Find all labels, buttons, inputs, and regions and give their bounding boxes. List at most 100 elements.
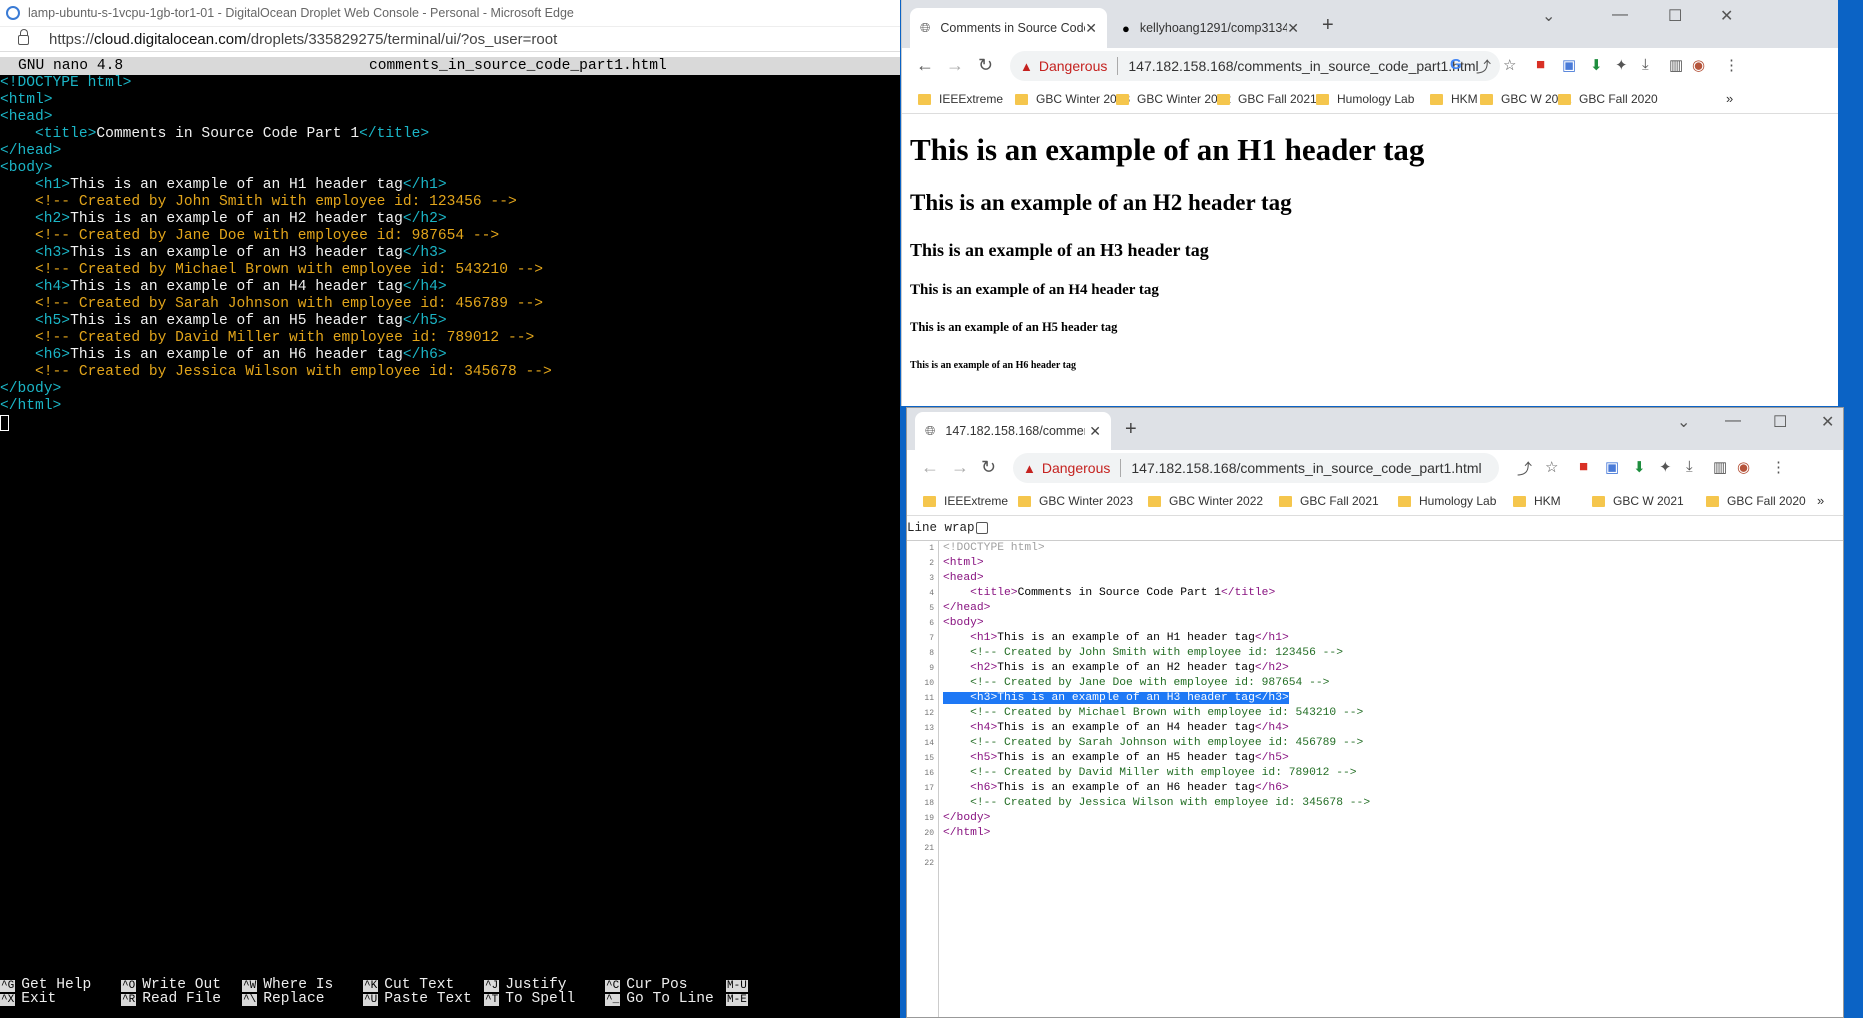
- reload-icon[interactable]: ↻: [978, 55, 993, 76]
- more-bookmarks-icon[interactable]: »: [1817, 493, 1824, 508]
- view-source-code[interactable]: 1 2 3 4 5 6 7 8 9 10 11 12 13 14 15 16 17 18 19 20 21 22 <!DO…: [907, 540, 1843, 1017]
- folder-icon: [1279, 495, 1292, 507]
- avatar[interactable]: ◉: [1692, 56, 1705, 74]
- close-icon[interactable]: ✕: [1089, 423, 1101, 440]
- code-token: This is an example of an H4 header tag: [70, 279, 403, 295]
- tab-search-icon[interactable]: ⌄: [1542, 6, 1555, 26]
- extension-red-icon[interactable]: ■: [1536, 56, 1545, 73]
- bookmark-item[interactable]: HKM: [1430, 92, 1478, 106]
- tab-github[interactable]: ● kellyhoang1291/comp3134Winte ✕: [1112, 8, 1309, 48]
- tab-view-source[interactable]: 🌐︎ 147.182.158.168/comments_in_sc ✕: [915, 412, 1111, 450]
- minimize-icon[interactable]: —: [1725, 412, 1741, 430]
- nano-shortcut[interactable]: ^U Paste Text: [363, 991, 472, 1009]
- source-token: </title>: [1220, 587, 1276, 599]
- menu-icon[interactable]: ⋮: [1771, 458, 1786, 476]
- folder-icon: [1018, 495, 1031, 507]
- tab-search-icon[interactable]: ⌄: [1677, 412, 1690, 432]
- bookmark-item[interactable]: Humology Lab: [1398, 494, 1496, 508]
- more-bookmarks-icon[interactable]: »: [1726, 91, 1733, 106]
- translate-icon[interactable]: ▣: [1605, 458, 1619, 476]
- back-icon[interactable]: ←: [921, 457, 939, 478]
- line-wrap-checkbox[interactable]: [976, 522, 988, 534]
- window-title: lamp-ubuntu-s-1vcpu-1gb-tor1-01 - Digita…: [28, 6, 574, 20]
- source-token: <h5>: [970, 752, 998, 764]
- nano-shortcut[interactable]: ^\ Replace: [242, 991, 325, 1009]
- nano-shortcut[interactable]: M-E: [726, 991, 754, 1009]
- code-line: <!-- Created by Michael Brown with emplo…: [0, 262, 900, 279]
- url-prefix: https://: [49, 30, 95, 48]
- minimize-icon[interactable]: —: [1612, 6, 1628, 24]
- bookmark-item[interactable]: GBC Winter 2022: [1116, 92, 1231, 106]
- bookmark-item[interactable]: GBC Fall 2020: [1558, 92, 1658, 106]
- bookmark-item[interactable]: GBC Fall 2020: [1706, 494, 1806, 508]
- terminal[interactable]: GNU nano 4.8 comments_in_source_code_par…: [0, 57, 900, 1018]
- url-text[interactable]: 147.182.158.168/comments_in_source_code_…: [1128, 58, 1478, 74]
- omnibox[interactable]: ▲ Dangerous 147.182.158.168/comments_in_…: [1013, 453, 1499, 483]
- source-token: [943, 767, 970, 779]
- download-icon[interactable]: ⤓: [1686, 458, 1693, 475]
- bookmark-item[interactable]: GBC Fall 2021: [1279, 494, 1379, 508]
- download-green-icon[interactable]: ⬇: [1633, 458, 1646, 476]
- new-tab-button[interactable]: +: [1125, 418, 1137, 441]
- window-titlebar[interactable]: lamp-ubuntu-s-1vcpu-1gb-tor1-01 - Digita…: [0, 0, 900, 27]
- reload-icon[interactable]: ↻: [981, 457, 996, 478]
- download-icon[interactable]: ⤓: [1642, 56, 1649, 73]
- forward-icon[interactable]: →: [946, 55, 964, 76]
- bookmark-item[interactable]: HKM: [1513, 494, 1561, 508]
- security-label[interactable]: Dangerous: [1042, 460, 1111, 476]
- source-token: <!-- Created by Jessica Wilson with empl…: [970, 797, 1371, 809]
- code-token: This is an example of an H3 header tag: [70, 245, 403, 261]
- source-lines[interactable]: <!DOCTYPE html> <html> <head> <title>Comme…: [943, 541, 1370, 871]
- nano-shortcut[interactable]: ^_ Go To Line: [605, 991, 714, 1009]
- nano-shortcut[interactable]: ^T To Spell: [484, 991, 575, 1009]
- folder-icon: [923, 495, 936, 507]
- translate-icon[interactable]: ▣: [1562, 56, 1576, 74]
- security-label[interactable]: Dangerous: [1039, 58, 1108, 74]
- folder-icon: [1592, 495, 1605, 507]
- nano-editor-body[interactable]: <!DOCTYPE html><html><head> <title>Comme…: [0, 75, 900, 432]
- bookmark-item[interactable]: GBC Winter 2022: [1148, 494, 1263, 508]
- tab-comments[interactable]: 🌐︎ Comments in Source Code Part 1 ✕: [910, 8, 1107, 48]
- source-line: <h6>This is an example of an H6 header t…: [943, 781, 1370, 796]
- back-icon[interactable]: ←: [916, 55, 934, 76]
- folder-icon: [1706, 495, 1719, 507]
- menu-icon[interactable]: ⋮: [1724, 56, 1739, 74]
- bookmark-item[interactable]: GBC W 2021: [1592, 494, 1684, 508]
- close-window-icon[interactable]: ✕: [1821, 412, 1834, 432]
- star-icon[interactable]: ☆: [1503, 56, 1516, 74]
- google-icon[interactable]: G: [1450, 56, 1462, 73]
- shortcut-key: ^R: [121, 994, 137, 1006]
- bookmark-item[interactable]: IEEExtreme: [923, 494, 1008, 508]
- bookmark-item[interactable]: GBC Winter 2023: [1015, 92, 1130, 106]
- maximize-icon[interactable]: ☐: [1668, 6, 1682, 26]
- close-window-icon[interactable]: ✕: [1720, 6, 1733, 26]
- close-icon[interactable]: ✕: [1085, 20, 1097, 37]
- url-text[interactable]: 147.182.158.168/comments_in_source_code_…: [1131, 460, 1481, 476]
- bookmark-item[interactable]: GBC Winter 2023: [1018, 494, 1133, 508]
- share-icon[interactable]: ⤴: [1517, 458, 1532, 479]
- code-token: </body>: [0, 381, 62, 397]
- omnibox[interactable]: ▲ Dangerous 147.182.158.168/comments_in_…: [1010, 51, 1500, 81]
- code-token: This is an example of an H6 header tag: [70, 347, 403, 363]
- address-bar[interactable]: https://cloud.digitalocean.com/droplets/…: [0, 27, 900, 52]
- sidebar-icon[interactable]: ▥: [1713, 458, 1727, 476]
- code-token: <!-- Created by Michael Brown with emplo…: [0, 262, 543, 278]
- share-icon[interactable]: ⤴: [1476, 56, 1491, 77]
- avatar[interactable]: ◉: [1737, 458, 1750, 476]
- puzzle-icon[interactable]: ✦: [1615, 56, 1628, 74]
- download-green-icon[interactable]: ⬇: [1590, 56, 1603, 74]
- nano-shortcut[interactable]: ^R Read File: [121, 991, 221, 1009]
- bookmark-item[interactable]: IEEExtreme: [918, 92, 1003, 106]
- maximize-icon[interactable]: ☐: [1773, 412, 1787, 432]
- star-icon[interactable]: ☆: [1545, 458, 1558, 476]
- sidebar-icon[interactable]: ▥: [1669, 56, 1683, 74]
- bookmark-item[interactable]: Humology Lab: [1316, 92, 1414, 106]
- new-tab-button[interactable]: +: [1322, 14, 1334, 37]
- bookmark-item[interactable]: GBC Fall 2021: [1217, 92, 1317, 106]
- nano-shortcut[interactable]: ^X Exit: [0, 991, 56, 1009]
- puzzle-icon[interactable]: ✦: [1659, 458, 1672, 476]
- source-token: </h4>: [1254, 722, 1289, 734]
- extension-red-icon[interactable]: ■: [1579, 458, 1588, 475]
- close-icon[interactable]: ✕: [1287, 20, 1299, 37]
- forward-icon[interactable]: →: [951, 457, 969, 478]
